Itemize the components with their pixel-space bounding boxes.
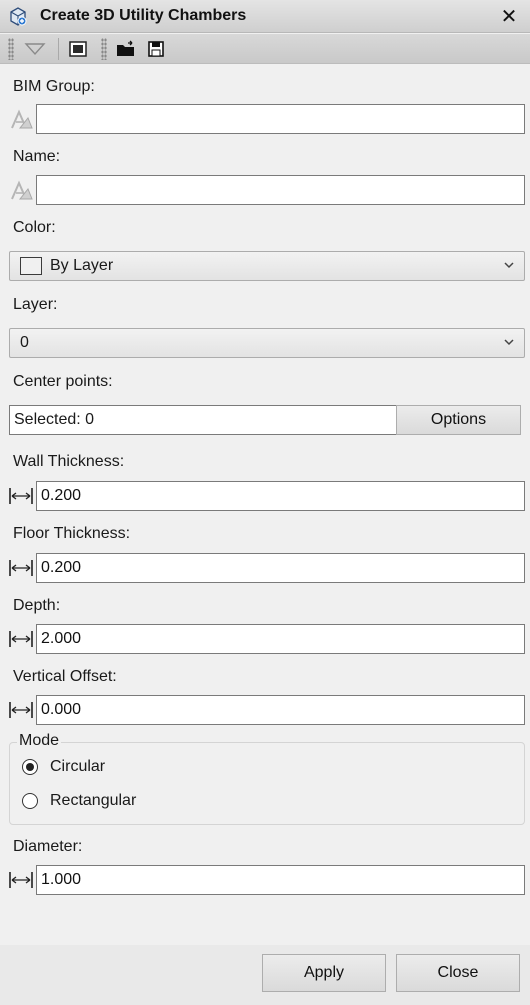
- dimension-icon: [6, 481, 36, 511]
- color-label: Color:: [13, 219, 56, 236]
- utility-chamber-app-icon: [6, 4, 30, 28]
- vertical-offset-label: Vertical Offset:: [13, 668, 117, 685]
- close-window-icon[interactable]: ✕: [496, 3, 522, 29]
- dimension-icon: [6, 865, 36, 895]
- center-points-selected-field[interactable]: Selected: 0: [9, 405, 397, 435]
- vertical-offset-input[interactable]: [36, 695, 525, 725]
- mode-option-label: Rectangular: [50, 792, 137, 809]
- toolbar: [0, 34, 530, 64]
- name-label: Name:: [13, 148, 61, 165]
- name-input[interactable]: [36, 175, 525, 205]
- bim-group-label: BIM Group:: [13, 78, 95, 95]
- chevron-down-icon: [502, 258, 516, 277]
- open-folder-icon[interactable]: [113, 37, 139, 61]
- apply-button[interactable]: Apply: [262, 954, 386, 992]
- vertical-offset-row: [6, 695, 525, 725]
- bim-group-picker-icon[interactable]: [6, 104, 36, 134]
- chevron-down-icon: [502, 335, 516, 354]
- window-title: Create 3D Utility Chambers: [40, 7, 247, 24]
- toolbar-grip[interactable]: [8, 37, 14, 60]
- filter-icon[interactable]: [22, 37, 48, 61]
- color-swatch: [20, 257, 42, 275]
- mode-group-title: Mode: [17, 732, 62, 750]
- color-selected-value: By Layer: [50, 257, 114, 274]
- close-button[interactable]: Close: [396, 954, 520, 992]
- toolbar-separator: [58, 37, 59, 60]
- diameter-label: Diameter:: [13, 838, 83, 855]
- wall-thickness-label: Wall Thickness:: [13, 453, 125, 470]
- layer-selected-value: 0: [20, 334, 29, 351]
- mode-groupbox: [9, 742, 525, 825]
- bim-group-row: [6, 104, 525, 134]
- radio-button-unchecked[interactable]: [22, 793, 38, 809]
- depth-row: [6, 624, 525, 654]
- floor-thickness-label: Floor Thickness:: [13, 525, 131, 542]
- center-points-label: Center points:: [13, 373, 113, 390]
- dimension-icon: [6, 553, 36, 583]
- save-icon[interactable]: [143, 37, 169, 61]
- mode-option-label: Circular: [50, 758, 106, 775]
- mode-radio-rectangular[interactable]: Rectangular: [22, 792, 136, 810]
- toolbar-grip-2[interactable]: [101, 37, 107, 60]
- title-bar: Create 3D Utility Chambers ✕: [0, 0, 530, 33]
- floor-thickness-input[interactable]: [36, 553, 525, 583]
- wall-thickness-row: [6, 481, 525, 511]
- dimension-icon: [6, 624, 36, 654]
- bim-group-input[interactable]: [36, 104, 525, 134]
- layer-dropdown[interactable]: 0: [9, 328, 525, 358]
- color-dropdown[interactable]: By Layer: [9, 251, 525, 281]
- depth-input[interactable]: [36, 624, 525, 654]
- diameter-input[interactable]: [36, 865, 525, 895]
- options-button[interactable]: Options: [396, 405, 521, 435]
- layer-label: Layer:: [13, 296, 58, 313]
- floor-thickness-row: [6, 553, 525, 583]
- wall-thickness-input[interactable]: [36, 481, 525, 511]
- depth-label: Depth:: [13, 597, 61, 614]
- name-picker-icon[interactable]: [6, 175, 36, 205]
- dimension-icon: [6, 695, 36, 725]
- radio-button-checked[interactable]: [22, 759, 38, 775]
- diameter-row: [6, 865, 525, 895]
- mode-radio-circular[interactable]: Circular: [22, 758, 105, 776]
- window-icon[interactable]: [65, 37, 91, 61]
- name-row: [6, 175, 525, 205]
- center-points-selected-text: Selected: 0: [14, 411, 95, 428]
